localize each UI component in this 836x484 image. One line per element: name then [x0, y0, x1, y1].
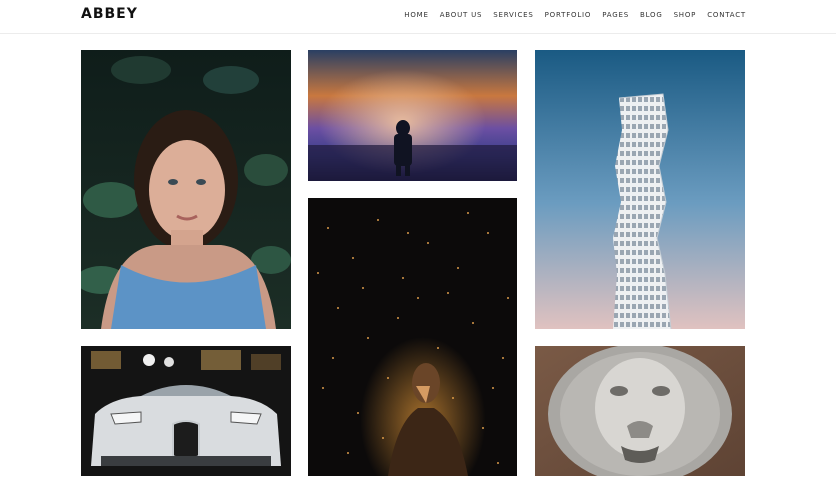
sunset-image [308, 50, 517, 181]
gallery-item-lion[interactable] [535, 346, 745, 476]
portrait-image [81, 50, 291, 329]
nav-home[interactable]: HOME [404, 11, 428, 19]
nav-portfolio[interactable]: PORTFOLIO [545, 11, 592, 19]
gallery-item-portrait[interactable] [81, 50, 291, 329]
gallery-item-car[interactable] [81, 346, 291, 476]
gallery-item-tower[interactable] [535, 50, 745, 329]
nav-blog[interactable]: BLOG [640, 11, 663, 19]
nav-shop[interactable]: SHOP [674, 11, 697, 19]
tower-image [535, 50, 745, 329]
nav-services[interactable]: SERVICES [493, 11, 533, 19]
lion-image [535, 346, 745, 476]
main-nav: HOME ABOUT US SERVICES PORTFOLIO PAGES B… [404, 11, 746, 19]
nav-about-us[interactable]: ABOUT US [440, 11, 483, 19]
car-image [81, 346, 291, 476]
site-header: ABBEY HOME ABOUT US SERVICES PORTFOLIO P… [0, 0, 836, 34]
gallery-item-sparks[interactable] [308, 198, 517, 476]
gallery-item-sunset[interactable] [308, 50, 517, 181]
sparks-image [308, 198, 517, 476]
nav-contact[interactable]: CONTACT [707, 11, 746, 19]
site-logo[interactable]: ABBEY [81, 6, 138, 22]
nav-pages[interactable]: PAGES [602, 11, 629, 19]
